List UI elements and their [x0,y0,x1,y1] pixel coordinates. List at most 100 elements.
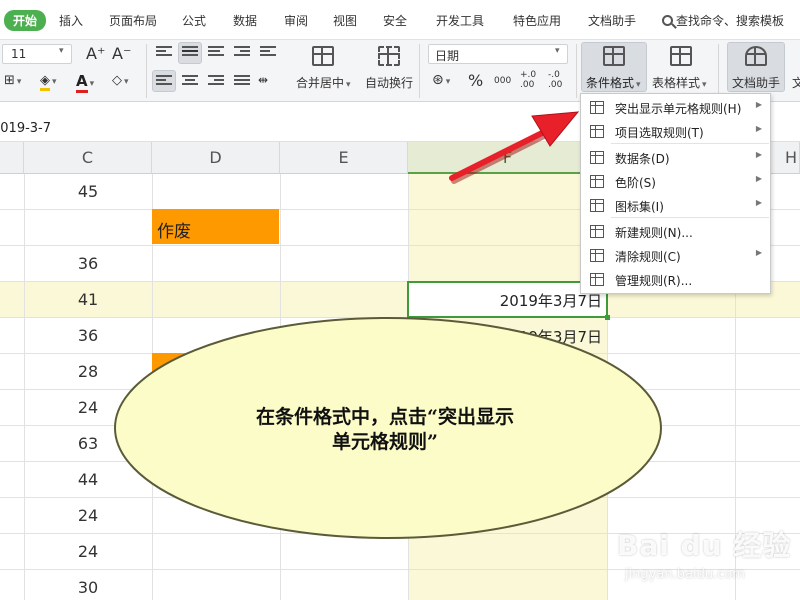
wrap-text-button[interactable]: 自动换行 [365,74,413,91]
menu-separator [611,217,769,218]
merge-cells-icon[interactable] [312,46,334,66]
column-header-b[interactable] [0,142,24,174]
cell-c-value[interactable]: 45 [24,182,152,201]
tab-view[interactable]: 视图 [333,12,357,29]
menu-item-highlight-cell-rules[interactable]: 突出显示单元格规则(H) ▶ [581,96,770,120]
table-style-button[interactable]: 表格样式 [652,74,707,91]
number-format-value: 日期 [435,49,460,63]
font-size-value: 11 [11,47,27,61]
align-left-icon [156,75,172,89]
tab-security[interactable]: 安全 [383,12,407,29]
tab-special-apps[interactable]: 特色应用 [513,12,561,29]
search-label: 查找命令、搜索模板 [676,14,785,28]
column-header-c[interactable]: C [24,142,152,174]
ribbon-separator [419,44,420,98]
grid-line [0,461,800,462]
font-size-select[interactable]: 11 ▾ [2,44,72,64]
increase-font-button[interactable]: A⁺ [86,44,105,63]
menu-item-clear-rules[interactable]: 清除规则(C) ▶ [581,244,770,268]
thousands-separator-button[interactable]: 000 [494,76,511,86]
tab-review[interactable]: 审阅 [284,12,308,29]
grid-line [0,353,800,354]
top-bottom-rules-icon [590,125,604,138]
command-search[interactable]: 查找命令、搜索模板 [662,12,784,29]
tab-doc-assistant[interactable]: 文档助手 [588,12,636,29]
cell-c-value[interactable]: 30 [24,578,152,597]
callout-line-1: 在条件格式中，点击“突出显示 [256,406,514,428]
menu-item-color-scales[interactable]: 色阶(S) ▶ [581,170,770,194]
conditional-format-icon [603,46,625,66]
tab-data[interactable]: 数据 [233,12,257,29]
data-bars-icon [590,151,604,164]
borders-button[interactable]: ⊞ [4,73,21,88]
percent-button[interactable]: % [468,71,483,90]
tab-home[interactable]: 开始 [4,10,47,31]
cell-c-value[interactable]: 41 [24,290,152,309]
grid-line [0,389,800,390]
align-top-icon[interactable] [156,46,172,60]
merge-center-button[interactable]: 合并居中 [296,74,351,91]
cell-c-value[interactable]: 24 [24,398,152,417]
table-style-icon[interactable] [670,46,692,66]
tab-formulas[interactable]: 公式 [182,12,206,29]
decrease-decimal-button[interactable]: -.0 .00 [548,70,570,90]
submenu-arrow-icon: ▶ [755,100,762,109]
align-center-icon[interactable] [182,75,198,89]
currency-button[interactable]: ⊛ [432,72,450,88]
decrease-font-button[interactable]: A⁻ [112,44,131,63]
grid-line [280,174,281,600]
chevron-down-icon: ▾ [555,46,560,56]
align-middle-icon [182,46,198,60]
align-right-icon[interactable] [208,75,224,89]
grid-line [408,174,409,600]
submenu-arrow-icon: ▶ [755,198,762,207]
font-color-button[interactable]: A [76,72,94,93]
cell-c-value[interactable]: 24 [24,542,152,561]
menu-item-icon-sets[interactable]: 图标集(I) ▶ [581,194,770,218]
increase-decimal-button[interactable]: +.0 .00 [520,70,542,90]
table-style-label: 表格样式 [652,76,701,90]
grid-line [24,174,25,600]
menu-item-top-bottom-rules[interactable]: 项目选取规则(T) ▶ [581,120,770,144]
cell-c-value[interactable]: 24 [24,506,152,525]
menu-tab-bar: 开始 插入 页面布局 公式 数据 审阅 视图 安全 开发工具 特色应用 文档助手… [0,0,800,40]
ribbon-more-label[interactable]: 文 [792,74,800,91]
wrap-text-icon[interactable] [378,46,400,66]
column-header-d[interactable]: D [152,142,280,174]
number-format-select[interactable]: 日期 ▾ [428,44,568,64]
cell-c-value[interactable]: 28 [24,362,152,381]
distribute-icon[interactable]: ⇹ [258,73,268,87]
align-bottom-icon[interactable] [208,46,224,60]
justify-icon[interactable] [234,75,250,89]
menu-item-label: 管理规则(R)... [615,274,693,288]
cell-c-value[interactable]: 44 [24,470,152,489]
menu-item-label: 项目选取规则(T) [615,126,704,140]
menu-item-data-bars[interactable]: 数据条(D) ▶ [581,146,770,170]
callout-text: 在条件格式中，点击“突出显示 单元格规则” [160,405,610,455]
icon-sets-icon [590,199,604,212]
submenu-arrow-icon: ▶ [755,248,762,257]
font-color-icon: A [76,72,88,93]
cell-c-value[interactable]: 63 [24,434,152,453]
indent-increase-icon[interactable] [260,46,276,60]
tab-developer[interactable]: 开发工具 [436,12,484,29]
tab-insert[interactable]: 插入 [59,12,83,29]
clear-button[interactable]: ◇ [112,73,129,88]
column-header-e[interactable]: E [280,142,408,174]
menu-item-label: 数据条(D) [615,152,670,166]
ribbon-separator [576,44,577,98]
cell-c-value[interactable]: 36 [24,254,152,273]
formula-bar-value[interactable]: 2019-3-7 [0,121,51,136]
menu-item-new-rule[interactable]: 新建规则(N)... [581,220,770,244]
tab-page-layout[interactable]: 页面布局 [109,12,157,29]
indent-decrease-icon[interactable] [234,46,250,60]
watermark-brand: Bai du 经验 [617,529,792,562]
menu-item-manage-rules[interactable]: 管理规则(R)... [581,268,770,292]
column-header-f[interactable]: F [408,142,608,174]
cell-c-value[interactable]: 36 [24,326,152,345]
fill-color-button[interactable]: ◈ [40,73,57,91]
menu-item-label: 图标集(I) [615,200,664,214]
date-cell-text: 2019年3月7日 [499,328,602,346]
orange-cell[interactable] [152,353,279,388]
submenu-arrow-icon: ▶ [755,124,762,133]
